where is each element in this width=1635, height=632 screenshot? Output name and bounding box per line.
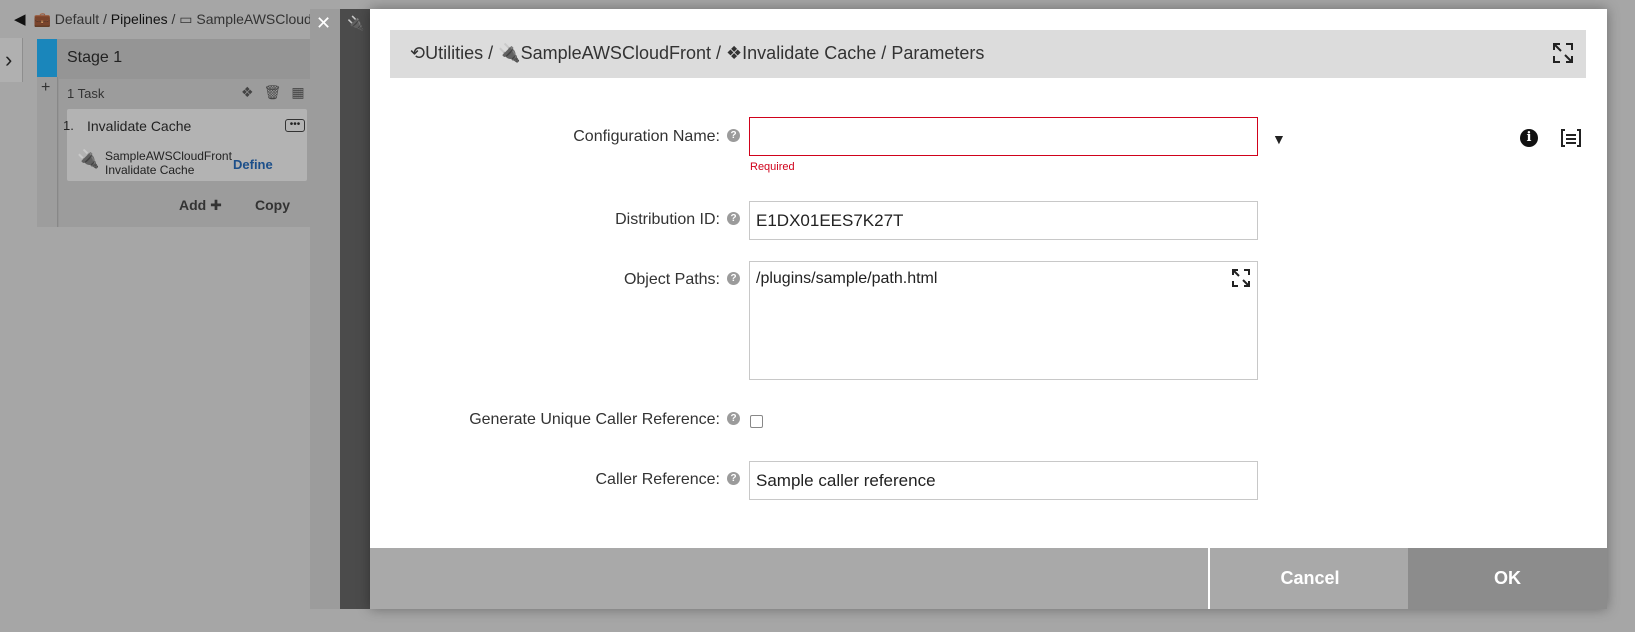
plug-icon: 🔌 (347, 15, 365, 31)
breadcrumb-item-pipeline[interactable]: SampleAWSCloud (196, 11, 311, 27)
copy-label: Copy (255, 197, 290, 213)
task-number: 1. (63, 118, 74, 133)
breadcrumb: ◀ 💼 Default / Pipelines / ▭ SampleAWSClo… (14, 10, 312, 28)
plug-icon: 🔌 (77, 149, 100, 169)
breadcrumb-item-default[interactable]: Default (55, 11, 99, 27)
distribution-id-input[interactable] (749, 201, 1258, 240)
plus-icon: ✚ (210, 197, 222, 213)
stage-panel: Stage 1 + 1 Task ❖🗑▦ 1. Invalidate Cache… (37, 39, 327, 227)
help-icon[interactable]: ? (727, 129, 740, 142)
plug-icon: 🔌 (498, 43, 521, 63)
task-tools: ❖🗑▦ (241, 84, 315, 101)
caller-reference-input[interactable] (749, 461, 1258, 500)
breadcrumb-separator: / (716, 43, 722, 63)
configuration-name-label: Configuration Name: (573, 128, 720, 145)
procedure-icon: ❖ (726, 43, 743, 63)
parameters-dialog: ⟲Utilities / 🔌SampleAWSCloudFront / ❖Inv… (370, 9, 1607, 609)
info-icon[interactable]: i (1520, 129, 1538, 147)
breadcrumb-separator: / (103, 11, 107, 27)
add-stage-icon[interactable]: + (41, 79, 50, 97)
breadcrumb-separator: / (488, 43, 494, 63)
utilities-icon: ⟲ (410, 43, 426, 63)
briefcase-icon: 💼 (33, 11, 51, 27)
stage-title[interactable]: Stage 1 (67, 49, 122, 67)
chevron-right-icon: › (5, 47, 13, 72)
object-paths-label: Object Paths: (623, 271, 720, 288)
task-card[interactable]: 1. Invalidate Cache ••• 🔌 SampleAWSCloud… (63, 109, 307, 181)
object-paths-textarea[interactable]: /plugins/sample/path.html (749, 261, 1258, 380)
configuration-name-input[interactable] (749, 117, 1258, 156)
back-arrow-icon[interactable]: ◀ (14, 11, 26, 28)
dialog-footer: Cancel OK (370, 548, 1607, 609)
chevron-down-icon[interactable]: ▼ (1272, 131, 1286, 147)
breadcrumb-plugin[interactable]: SampleAWSCloudFront (521, 43, 711, 63)
help-icon[interactable]: ? (727, 412, 740, 425)
stage-body: 1 Task ❖🗑▦ 1. Invalidate Cache ••• 🔌 Sam… (59, 79, 327, 227)
modal-left-strip: ✕ (310, 9, 340, 609)
generate-unique-caller-reference-label: Generate Unique Caller Reference: (469, 411, 720, 428)
breadcrumb-utilities[interactable]: Utilities (425, 43, 483, 63)
stage-side: + (37, 77, 58, 227)
help-icon[interactable]: ? (727, 472, 740, 485)
help-icon[interactable]: ? (727, 212, 740, 225)
help-icon[interactable]: ? (727, 272, 740, 285)
modal-plugin-strip: 🔌 (340, 9, 370, 609)
trash-icon[interactable]: 🗑 (264, 84, 292, 100)
add-label: Add (179, 197, 207, 213)
add-task-button[interactable]: Add ✚ (179, 197, 222, 214)
breadcrumb-separator: / (171, 11, 176, 27)
stage-accent (37, 39, 57, 77)
generate-unique-caller-reference-checkbox[interactable] (750, 415, 763, 428)
expand-icon[interactable] (1552, 42, 1574, 64)
task-name[interactable]: Invalidate Cache (87, 118, 191, 134)
sidebar-expand-button[interactable]: › (0, 38, 23, 82)
expand-icon[interactable] (1231, 268, 1251, 288)
copy-task-button[interactable]: Copy (255, 197, 290, 213)
breadcrumb-separator: / (881, 43, 887, 63)
define-link[interactable]: Define (233, 157, 273, 172)
breadcrumb-item-pipelines[interactable]: Pipelines (111, 11, 168, 27)
close-icon[interactable]: ✕ (316, 13, 331, 34)
breadcrumb-section: Parameters (891, 43, 985, 63)
caller-reference-label: Caller Reference: (595, 471, 721, 488)
task-count: 1 Task (67, 86, 105, 101)
ok-button[interactable]: OK (1408, 548, 1607, 609)
cancel-button[interactable]: Cancel (1208, 548, 1410, 609)
required-error: Required (750, 161, 795, 173)
task-subtitle: SampleAWSCloudFront Invalidate Cache (105, 149, 232, 177)
breadcrumb-procedure[interactable]: Invalidate Cache (742, 43, 876, 63)
pipeline-icon: ▭ (179, 11, 193, 27)
move-icon[interactable]: ❖ (241, 84, 264, 100)
distribution-id-label: Distribution ID: (615, 211, 720, 228)
object-paths-value: /plugins/sample/path.html (756, 270, 938, 287)
dialog-header: ⟲Utilities / 🔌SampleAWSCloudFront / ❖Inv… (390, 30, 1586, 78)
dialog-breadcrumb: ⟲Utilities / 🔌SampleAWSCloudFront / ❖Inv… (410, 43, 984, 64)
more-options-icon[interactable]: ••• (285, 119, 305, 132)
form-view-icon[interactable] (1560, 129, 1582, 147)
